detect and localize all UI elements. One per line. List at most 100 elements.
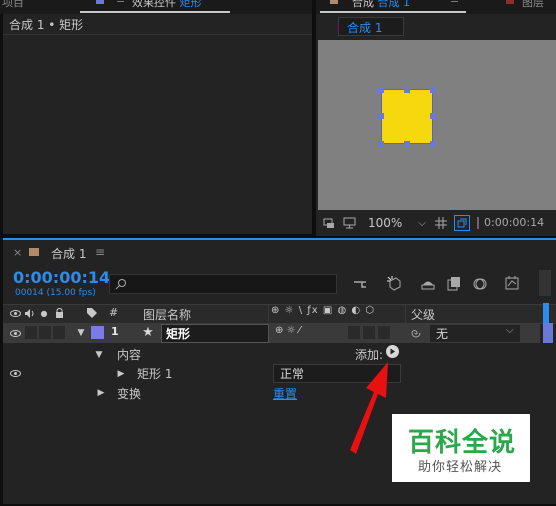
rect-group-triangle-icon[interactable]: ▶ (115, 367, 127, 381)
watermark-title: 百科全说 (408, 428, 517, 458)
rect-visibility-eye-icon[interactable] (9, 366, 21, 380)
shape-handle-mr[interactable] (430, 113, 436, 119)
contents-triangle-icon[interactable]: ▼ (93, 348, 105, 362)
reset-link[interactable]: 重置 (273, 385, 297, 402)
parent-dropdown[interactable]: 无 ⌵ (429, 324, 521, 343)
layer-switch-icons: ⊕ ☼ ⁄ (275, 325, 301, 336)
layer-name: 矩形 (166, 327, 191, 341)
composition-canvas[interactable] (318, 40, 556, 210)
region-of-interest-icon[interactable] (454, 215, 470, 231)
shape-handle-tl[interactable] (378, 87, 384, 93)
shape-handle-bl[interactable] (378, 141, 384, 147)
switches-column-icons: ⊕ ☼ \ ƒx ▣ ◍ ◐ ⬡ (271, 305, 376, 316)
composition-subtab[interactable]: 合成 1 (338, 17, 404, 36)
audio-column-icon (23, 306, 35, 320)
layer-tab-label[interactable]: 图层 (522, 0, 544, 10)
graph-editor-icon[interactable] (503, 274, 521, 292)
effect-controls-panel: 合成 1 • 矩形 (3, 14, 312, 234)
blend-mode-value: 正常 (280, 367, 305, 381)
header-sep-1 (268, 305, 269, 323)
layer-search-input[interactable] (109, 274, 337, 294)
grid-guides-icon[interactable] (434, 216, 448, 230)
timeline-track-area-edge (543, 303, 549, 323)
transform-label[interactable]: 变换 (117, 385, 141, 402)
column-layer-name[interactable]: 图层名称 (143, 306, 191, 323)
search-icon (114, 277, 128, 291)
viewer-timecode[interactable]: 0:00:00:14 (484, 216, 544, 229)
layer-audio-toggle[interactable] (25, 326, 37, 339)
zoom-chevron-down-icon[interactable]: ⌵ (416, 216, 428, 230)
column-number: # (109, 306, 119, 319)
rect-group-label[interactable]: 矩形 1 (137, 365, 172, 382)
viewer-footer: 100% ⌵ 0:00:00:14 (316, 212, 556, 236)
effect-controls-tab-layer: 矩形 (179, 0, 202, 9)
transform-triangle-icon[interactable]: ▶ (95, 386, 107, 400)
shape-handle-tr[interactable] (430, 87, 436, 93)
effect-controls-active-underline (80, 11, 230, 13)
shy-layers-icon[interactable] (419, 276, 437, 292)
parent-value: 无 (436, 327, 449, 341)
composition-tabstrip: 合成 合成 1 ≡ 图层 (316, 0, 556, 14)
effect-controls-tab-label[interactable]: 效果控件 矩形 (132, 0, 202, 10)
comp-flowchart-icon[interactable] (351, 276, 369, 292)
composition-tab-prefix: 合成 (352, 0, 374, 9)
layer-lock-toggle[interactable] (53, 326, 65, 339)
label-column-icon (85, 306, 99, 320)
shape-handle-br[interactable] (430, 141, 436, 147)
solo-column-icon: ● (40, 308, 48, 318)
layer-bar-track[interactable] (543, 323, 553, 343)
always-preview-icon[interactable] (322, 216, 336, 230)
time-ruler-edge (539, 270, 551, 296)
composition-tab-label[interactable]: 合成 合成 1 (352, 0, 410, 10)
shape-handle-tm[interactable] (404, 87, 410, 93)
draft-3d-icon[interactable] (385, 274, 403, 292)
snapshot-icon[interactable] (476, 216, 484, 230)
effect-controls-menu-icon[interactable]: ≡ (116, 0, 125, 6)
switch-box-2[interactable] (363, 326, 375, 339)
composition-viewer-panel: 合成 1 100% ⌵ 0:00:00:14 (316, 14, 556, 236)
effect-controls-divider (3, 34, 312, 35)
layer-tab-icon (506, 0, 514, 4)
composition-menu-icon[interactable]: ≡ (450, 0, 459, 6)
frame-info: 00014 (15.00 fps) (15, 288, 96, 298)
layer-row[interactable]: ▼ 1 ★ 矩形 ⊕ ☼ ⁄ 无 ⌵ (3, 323, 540, 343)
parent-chevron-down-icon: ⌵ (506, 325, 514, 336)
column-header-row: ● # 图层名称 ⊕ ☼ \ ƒx ▣ ◍ ◐ ⬡ 父级 (3, 303, 556, 324)
switch-box-3[interactable] (378, 326, 390, 339)
shape-handle-ml[interactable] (378, 113, 384, 119)
layer-visibility-eye-icon[interactable] (9, 326, 21, 340)
add-menu-play-icon[interactable] (386, 345, 399, 358)
lock-column-icon (53, 306, 65, 320)
timeline-timecode[interactable]: 0:00:00:14 (13, 268, 110, 287)
timeline-comp-tab[interactable]: 合成 1 (51, 245, 86, 262)
layer-index: 1 (111, 325, 119, 338)
frame-blending-icon[interactable] (445, 275, 463, 293)
zoom-level[interactable]: 100% (368, 216, 402, 230)
rectangle-shape[interactable] (381, 89, 433, 144)
effect-controls-tabstrip: 项目 ≡ 效果控件 矩形 (0, 0, 312, 14)
contents-label: 内容 (117, 348, 142, 362)
switch-box-1[interactable] (348, 326, 360, 339)
monitor-icon[interactable] (342, 216, 356, 230)
parent-pickwhip-icon[interactable] (409, 326, 423, 340)
eye-column-icon (9, 306, 21, 320)
layer-name-box[interactable]: 矩形 (161, 324, 269, 343)
project-tab[interactable]: 项目 (2, 0, 24, 10)
effect-controls-tab-icon (96, 0, 104, 4)
header-sep-2 (405, 305, 406, 323)
watermark-subtitle: 助你轻松解决 (418, 460, 503, 475)
timeline-menu-icon[interactable]: ≡ (95, 245, 105, 259)
layer-expand-triangle-icon[interactable]: ▼ (75, 326, 87, 340)
effect-controls-breadcrumb: 合成 1 • 矩形 (9, 18, 84, 32)
column-parent[interactable]: 父级 (411, 306, 435, 323)
shape-handle-bm[interactable] (404, 141, 410, 147)
timeline-comp-icon (29, 248, 39, 256)
red-arrow-annotation (350, 362, 388, 454)
motion-blur-icon[interactable] (471, 275, 489, 293)
close-tab-icon[interactable]: × (13, 246, 22, 259)
layer-label-color[interactable] (91, 326, 104, 339)
composition-active-underline (320, 11, 466, 13)
layer-search-field[interactable] (132, 276, 332, 292)
layer-solo-toggle[interactable] (39, 326, 51, 339)
watermark-box: 百科全说 助你轻松解决 (392, 414, 530, 482)
